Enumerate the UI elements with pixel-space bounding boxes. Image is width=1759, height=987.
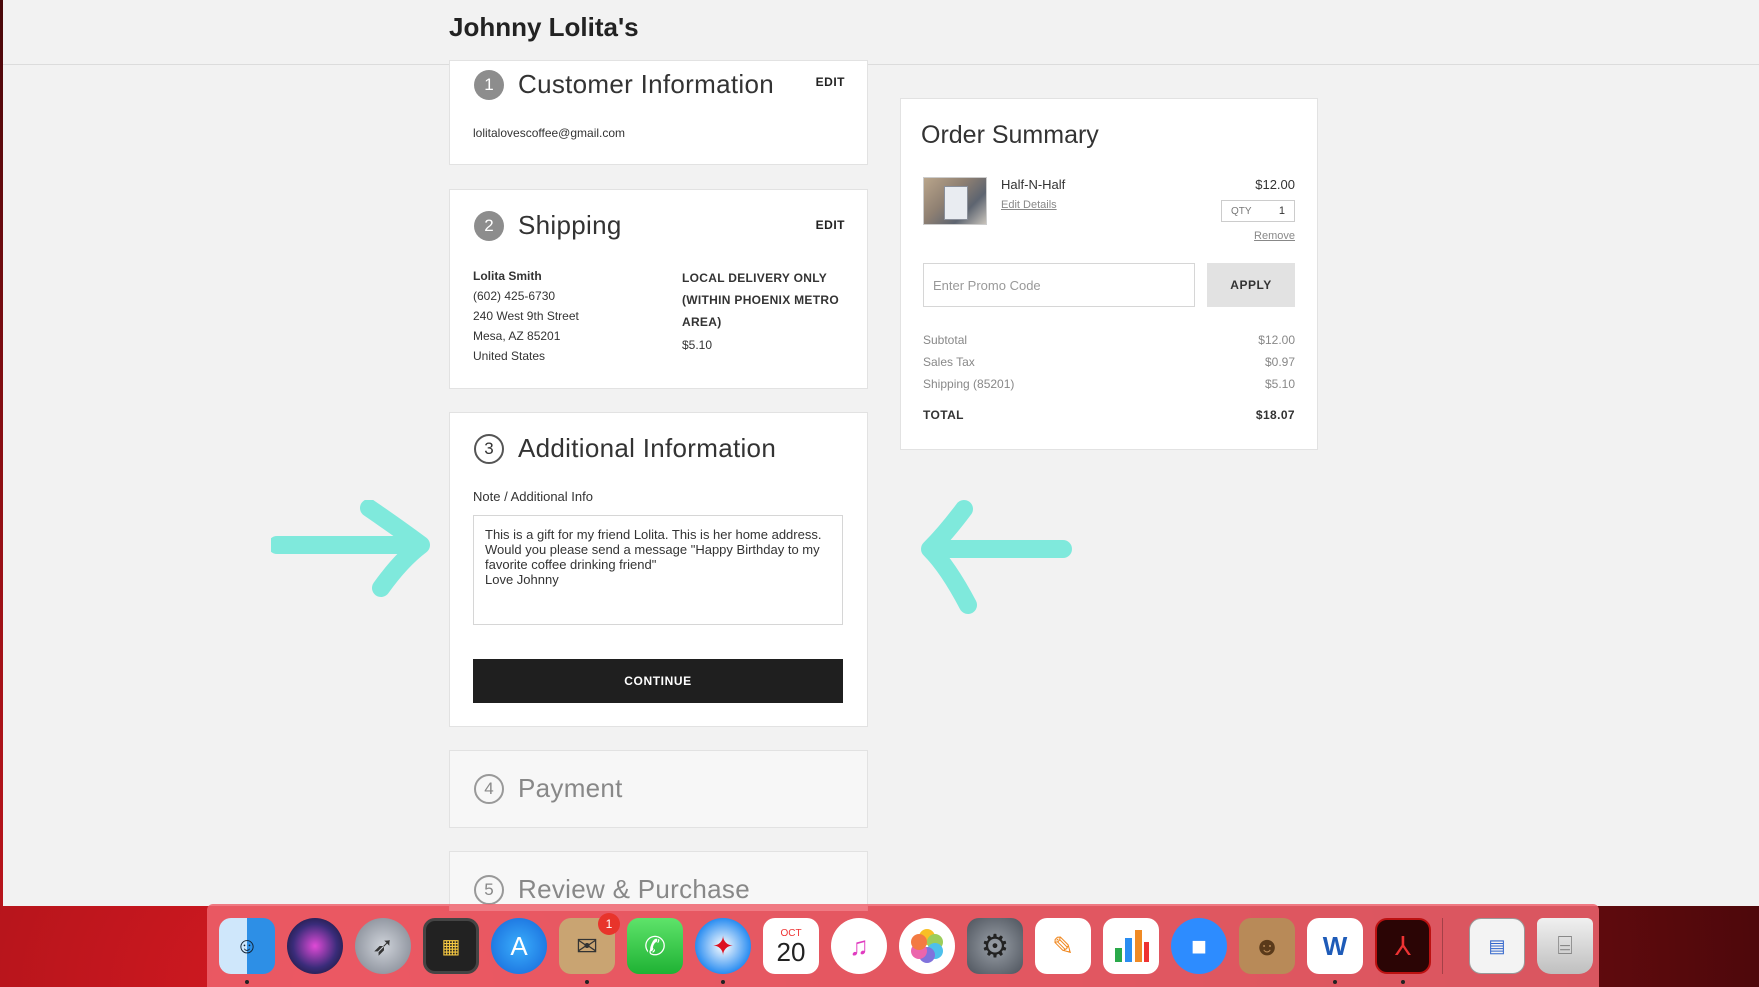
- shipping-cost-label: Shipping (85201): [923, 377, 1015, 391]
- mail-badge: 1: [598, 913, 620, 935]
- payment-title: Payment: [518, 773, 623, 803]
- left-arrow-annotation: [921, 500, 1072, 614]
- subtotal-row: Subtotal $12.00: [923, 333, 1295, 347]
- shipping-method-line: LOCAL DELIVERY ONLY: [682, 271, 828, 285]
- review-header: 5 Review & Purchase: [474, 874, 750, 905]
- subtotal-label: Subtotal: [923, 333, 968, 347]
- facetime-icon[interactable]: ✆: [627, 918, 683, 974]
- shipping-method: LOCAL DELIVERY ONLY (WITHIN PHOENIX METR…: [682, 267, 839, 355]
- shipping-address: Lolita Smith (602) 425-6730 240 West 9th…: [473, 266, 579, 366]
- review-section: 5 Review & Purchase: [449, 851, 868, 911]
- order-summary: Order Summary Half-N-Half Edit Details $…: [900, 98, 1318, 450]
- quantity-value: 1: [1278, 205, 1285, 217]
- word-icon[interactable]: W: [1307, 918, 1363, 974]
- store-header: Johnny Lolita's: [3, 0, 1759, 65]
- address-name: Lolita Smith: [473, 269, 542, 283]
- right-arrow-annotation: [271, 500, 430, 597]
- edit-details-link[interactable]: Edit Details: [1001, 199, 1057, 211]
- address-street: 240 West 9th Street: [473, 309, 579, 323]
- customer-information-header: 1 Customer Information: [474, 69, 774, 100]
- quantity-label: QTY: [1231, 205, 1252, 217]
- quantity-field[interactable]: QTY 1: [1221, 200, 1295, 222]
- note-textarea[interactable]: This is a gift for my friend Lolita. Thi…: [473, 515, 843, 625]
- additional-information-section: 3 Additional Information Note / Addition…: [449, 412, 868, 727]
- sales-tax-row: Sales Tax $0.97: [923, 355, 1295, 369]
- calendar-icon[interactable]: OCT 20: [763, 918, 819, 974]
- contacts-icon[interactable]: ☻: [1239, 918, 1295, 974]
- sales-tax-value: $0.97: [1264, 355, 1295, 369]
- promo-code-input[interactable]: [923, 263, 1195, 307]
- zoom-icon[interactable]: ■: [1171, 918, 1227, 974]
- subtotal-value: $12.00: [1258, 333, 1295, 347]
- customer-email: lolitalovescoffee@gmail.com: [473, 126, 626, 140]
- browser-window: Johnny Lolita's 1 Customer Information E…: [3, 0, 1759, 911]
- shipping-title: Shipping: [518, 210, 622, 240]
- note-label: Note / Additional Info: [473, 489, 593, 504]
- address-phone: (602) 425-6730: [473, 289, 556, 303]
- acrobat-icon[interactable]: ⅄: [1375, 918, 1431, 974]
- store-title[interactable]: Johnny Lolita's: [449, 12, 639, 43]
- total-value: $18.07: [1255, 408, 1295, 422]
- step-number-4: 4: [474, 773, 504, 804]
- order-summary-title: Order Summary: [921, 121, 1099, 149]
- customer-edit-link[interactable]: EDIT: [816, 75, 845, 89]
- dock-separator: [1442, 918, 1443, 974]
- photo-booth-icon[interactable]: ▦: [423, 918, 479, 974]
- customer-information-title: Customer Information: [518, 69, 774, 99]
- additional-information-title: Additional Information: [518, 433, 777, 463]
- additional-information-header: 3 Additional Information: [474, 433, 776, 464]
- sales-tax-label: Sales Tax: [923, 355, 975, 369]
- photos-icon[interactable]: [899, 918, 955, 974]
- system-preferences-icon[interactable]: ⚙: [967, 918, 1023, 974]
- launchpad-icon[interactable]: ➶: [355, 918, 411, 974]
- shipping-edit-link[interactable]: EDIT: [816, 218, 845, 232]
- apply-button[interactable]: APPLY: [1207, 263, 1295, 307]
- product-thumbnail: [923, 177, 987, 225]
- product-price: $12.00: [1255, 177, 1295, 192]
- shipping-section: 2 Shipping EDIT Lolita Smith (602) 425-6…: [449, 189, 868, 389]
- payment-header: 4 Payment: [474, 773, 623, 804]
- shipping-method-line: (WITHIN PHOENIX METRO: [682, 293, 839, 307]
- finder-icon[interactable]: ☺: [219, 918, 275, 974]
- product-name: Half-N-Half: [1001, 177, 1066, 192]
- shipping-cost-value: $5.10: [1264, 377, 1295, 391]
- continue-button[interactable]: CONTINUE: [473, 659, 843, 703]
- trash-icon[interactable]: ⌸: [1537, 918, 1593, 974]
- mail-icon[interactable]: ✉ 1: [559, 913, 620, 974]
- pages-icon[interactable]: ✎: [1035, 918, 1091, 974]
- review-title: Review & Purchase: [518, 874, 750, 904]
- calendar-day: 20: [776, 936, 806, 967]
- step-number-3: 3: [474, 433, 504, 464]
- payment-section: 4 Payment: [449, 750, 868, 828]
- step-number-1: 1: [474, 69, 504, 100]
- shipping-header: 2 Shipping: [474, 210, 622, 241]
- total-row: TOTAL $18.07: [923, 408, 1295, 422]
- siri-icon[interactable]: [287, 918, 343, 974]
- app-store-icon[interactable]: A: [491, 918, 547, 974]
- address-city: Mesa, AZ 85201: [473, 329, 561, 343]
- preview-icon[interactable]: ▤: [1469, 918, 1525, 974]
- address-country: United States: [473, 349, 546, 363]
- safari-icon[interactable]: ✦: [695, 918, 751, 974]
- shipping-cost-row: Shipping (85201) $5.10: [923, 377, 1295, 391]
- step-number-5: 5: [474, 874, 504, 905]
- shipping-price: $5.10: [682, 338, 713, 352]
- macos-dock: ☺ ➶ ▦ A ✉ 1 ✆ ✦ OCT 20 ♫ ⚙ ✎ ■ ☻ W ⅄ ▤ ⌸: [207, 904, 1599, 987]
- shipping-method-line: AREA): [682, 315, 722, 329]
- customer-information-section: 1 Customer Information EDIT lolitalovesc…: [449, 60, 868, 165]
- numbers-icon[interactable]: [1103, 918, 1159, 974]
- itunes-icon[interactable]: ♫: [831, 918, 887, 974]
- step-number-2: 2: [474, 210, 504, 241]
- remove-link[interactable]: Remove: [1254, 230, 1295, 242]
- total-label: TOTAL: [923, 408, 964, 422]
